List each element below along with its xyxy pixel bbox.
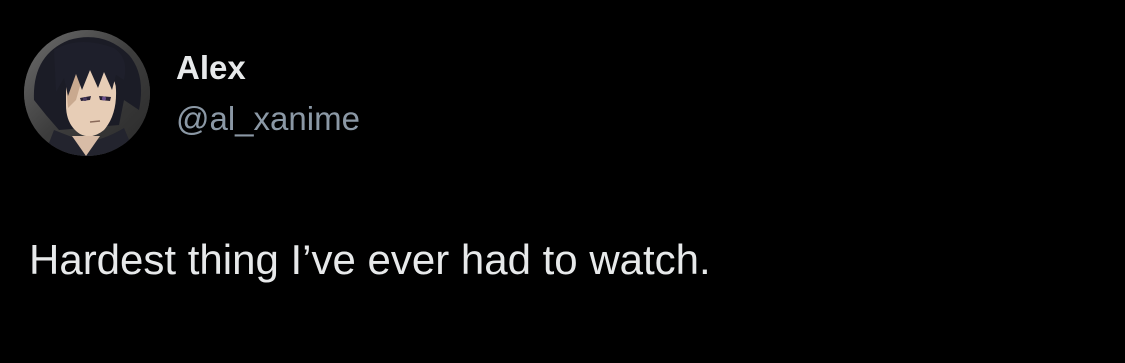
- author-avatar[interactable]: [24, 30, 150, 156]
- tweet-card: Alex @al_xanime Hardest thing I’ve ever …: [0, 0, 1125, 363]
- author-handle[interactable]: @al_xanime: [176, 99, 360, 139]
- anime-character-avatar-icon: [24, 30, 150, 156]
- author-display-name[interactable]: Alex: [176, 48, 246, 88]
- tweet-text: Hardest thing I’ve ever had to watch.: [29, 236, 711, 283]
